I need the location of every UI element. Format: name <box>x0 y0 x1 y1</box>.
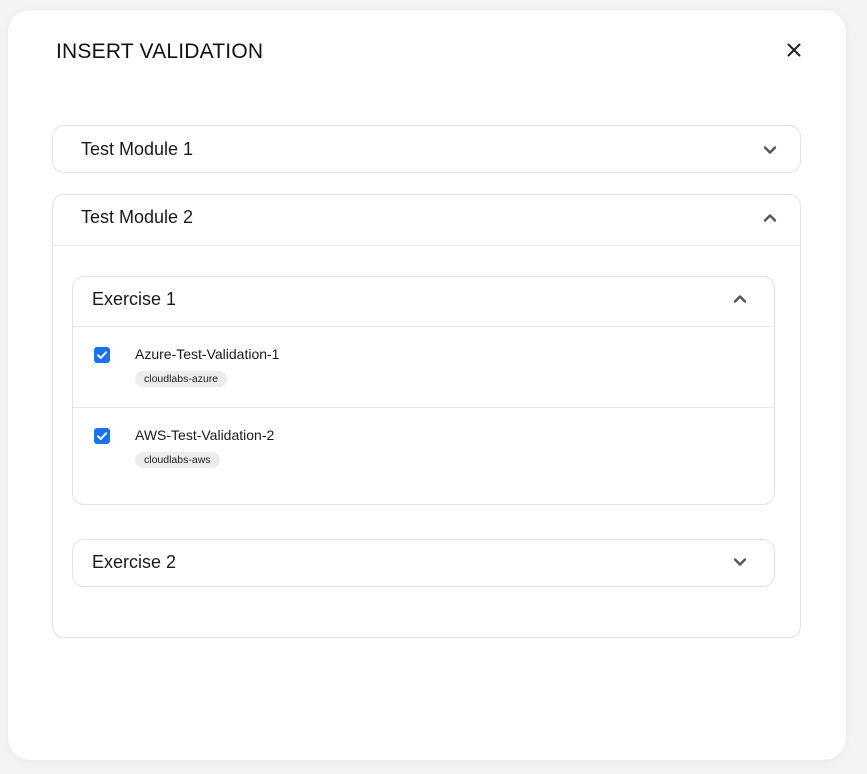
close-button[interactable] <box>784 40 804 60</box>
chevron-down-icon <box>732 554 748 570</box>
module-header-test-module-1[interactable]: Test Module 1 <box>53 126 800 172</box>
dialog-title: INSERT VALIDATION <box>56 40 264 63</box>
validation-name: Azure-Test-Validation-1 <box>135 346 280 362</box>
validation-name: AWS-Test-Validation-2 <box>135 427 275 443</box>
checkmark-icon <box>97 432 107 440</box>
exercise-label: Exercise 1 <box>92 289 177 309</box>
exercise-accordion-exercise-1: Exercise 1 Azure-Test-Validation-1 cloud… <box>72 276 775 505</box>
module-accordion-test-module-2: Test Module 2 Exercise 1 Azure-Test-Vali… <box>52 194 801 638</box>
validation-item: Azure-Test-Validation-1 cloudlabs-azure <box>73 327 774 408</box>
chevron-up-icon <box>762 210 778 226</box>
checkmark-icon <box>97 351 107 359</box>
chevron-up-icon <box>732 291 748 307</box>
validation-tag: cloudlabs-aws <box>135 452 220 468</box>
exercise-label: Exercise 2 <box>92 552 177 572</box>
close-icon <box>787 43 801 57</box>
validation-tag: cloudlabs-azure <box>135 371 228 387</box>
validation-checkbox[interactable] <box>94 428 110 444</box>
validation-item: AWS-Test-Validation-2 cloudlabs-aws <box>73 408 774 488</box>
insert-validation-dialog: INSERT VALIDATION Test Module 1 Test Mod… <box>8 10 846 760</box>
chevron-down-icon <box>762 142 778 158</box>
exercise-header-exercise-1[interactable]: Exercise 1 <box>73 277 774 327</box>
exercise-accordion-exercise-2: Exercise 2 <box>72 539 775 587</box>
module-label: Test Module 2 <box>81 207 194 227</box>
module-accordion-test-module-1: Test Module 1 <box>52 125 801 173</box>
module-label: Test Module 1 <box>81 139 194 159</box>
module-header-test-module-2[interactable]: Test Module 2 <box>53 195 800 246</box>
exercise-header-exercise-2[interactable]: Exercise 2 <box>73 540 774 588</box>
validation-checkbox[interactable] <box>94 347 110 363</box>
